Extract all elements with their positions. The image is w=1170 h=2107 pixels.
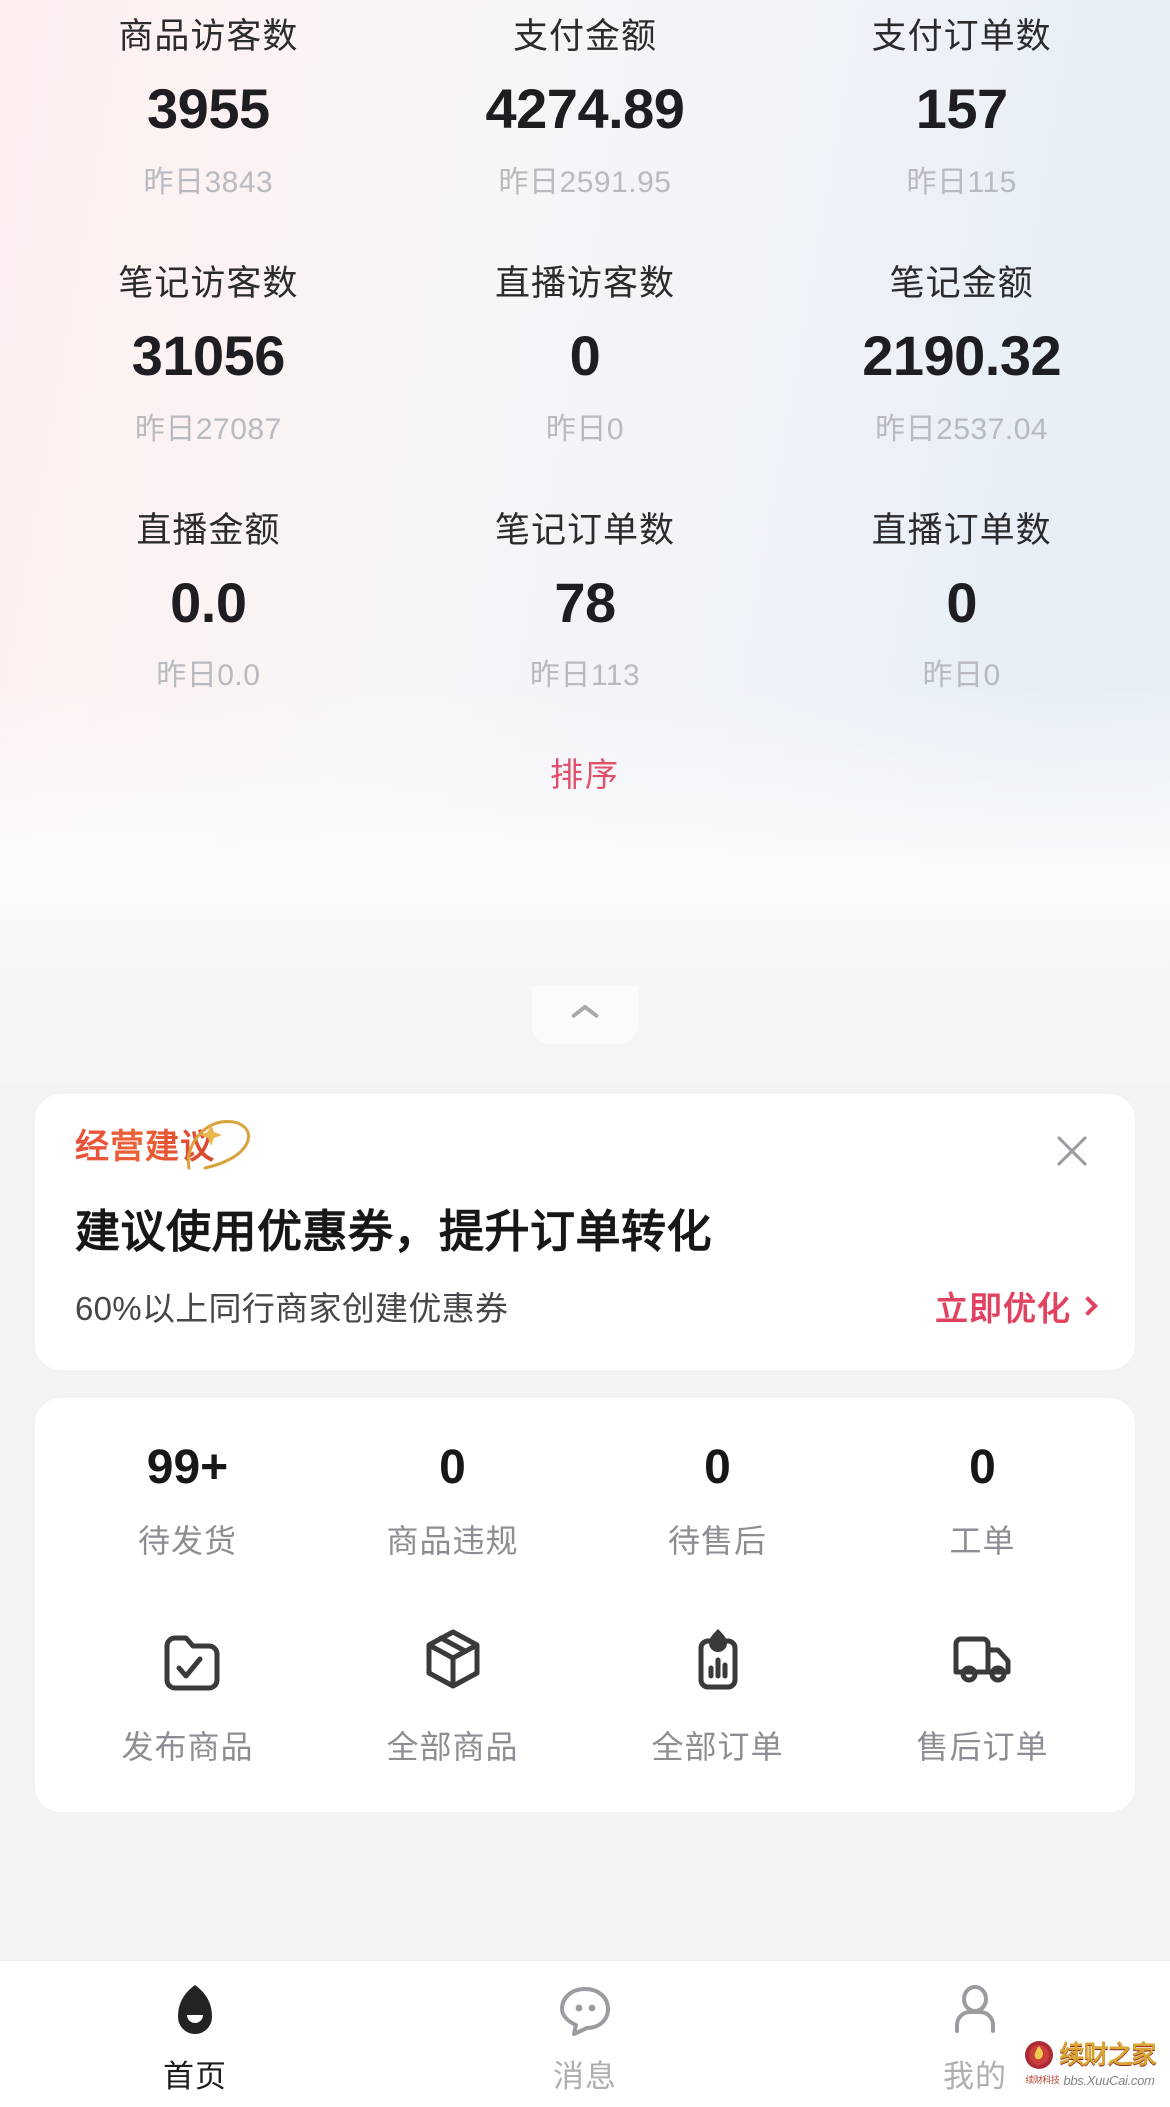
collapse-panel-button[interactable] [532,986,638,1044]
metric-label: 支付金额 [512,17,657,56]
chevron-up-icon [570,1007,600,1023]
metric-yesterday: 昨日27087 [134,412,282,446]
shortcut-label: 发布商品 [121,1729,254,1766]
home-icon [0,1973,390,2041]
profile-icon [780,1973,1170,2041]
suggestion-description: 60%以上同行商家创建优惠券 [75,1290,509,1328]
metric-card[interactable]: 直播金额 0.0 昨日0.0 [20,510,397,695]
shortcut-aftersale-orders[interactable]: 售后订单 [850,1620,1115,1768]
count-item-pending-shipment[interactable]: 99+ 待发货 [55,1444,320,1562]
count-value: 99+ [146,1441,229,1495]
metric-value: 4274.89 [485,77,685,140]
optimize-now-button[interactable]: 立即优化 [935,1282,1098,1330]
message-icon [390,1973,780,2041]
metric-label: 笔记访客数 [118,263,299,303]
shortcut-all-orders[interactable]: 全部订单 [585,1620,850,1768]
truck-icon [850,1620,1115,1698]
metric-value: 3955 [147,77,270,140]
metric-card[interactable]: 笔记访客数 31056 昨日27087 [20,263,397,448]
content-area: 经营建议 建议使用优惠券，提升订单转化 60%以上同行商家创建优惠券 立即优化 [0,1086,1170,1960]
metric-yesterday: 昨日2537.04 [875,412,1049,446]
tab-home[interactable]: 首页 [0,1973,390,2096]
count-label: 工单 [949,1523,1016,1560]
shortcut-publish-product[interactable]: 发布商品 [55,1620,320,1768]
metric-yesterday: 昨日0 [545,412,625,446]
metric-value: 0 [569,323,601,387]
close-icon[interactable] [1049,1128,1095,1174]
shortcut-label: 全部商品 [386,1729,519,1766]
suggestion-badge-wrap: 经营建议 [75,1120,250,1170]
box-icon [320,1620,585,1698]
metric-yesterday: 昨日3843 [143,165,274,199]
count-item-work-order[interactable]: 0 工单 [850,1444,1115,1562]
metric-yesterday: 昨日113 [529,659,641,693]
shortcuts-row: 发布商品 全部商品 全部订单 售后订单 [55,1620,1115,1768]
count-value: 0 [704,1441,731,1495]
metric-yesterday: 昨日0.0 [156,659,261,693]
tab-messages[interactable]: 消息 [390,1973,780,2096]
shortcut-label: 全部订单 [651,1729,784,1766]
metric-card[interactable]: 笔记订单数 78 昨日113 [397,510,774,695]
count-value: 0 [969,1441,996,1495]
metric-value: 2190.32 [862,323,1062,387]
count-item-pending-aftersale[interactable]: 0 待售后 [585,1444,850,1562]
sort-row: 排序 [0,748,1170,796]
metric-label: 直播订单数 [871,510,1052,550]
metric-label: 直播金额 [136,510,281,550]
optimize-now-label: 立即优化 [935,1290,1071,1328]
metric-label: 笔记订单数 [494,510,675,550]
tools-card: 99+ 待发货 0 商品违规 0 待售后 0 工单 发布商品 全部商品 全部订单… [35,1398,1135,1813]
metric-value: 157 [915,77,1008,140]
metric-yesterday: 昨日0 [922,659,1001,693]
suggestion-header: 经营建议 [75,1120,1095,1174]
metric-label: 笔记金额 [889,263,1034,303]
count-label: 待发货 [137,1523,237,1560]
app-root: 商品访客数 3955 昨日3843 支付金额 4274.89 昨日2591.95… [0,0,1170,2107]
suggestion-title: 建议使用优惠券，提升订单转化 [75,1206,713,1257]
shortcut-all-products[interactable]: 全部商品 [320,1620,585,1768]
metric-card[interactable]: 直播访客数 0 昨日0 [397,263,774,448]
clipboard-chart-icon [585,1620,850,1698]
metric-value: 78 [554,570,616,634]
sort-button[interactable]: 排序 [550,748,620,796]
metric-card[interactable]: 直播订单数 0 昨日0 [773,510,1150,695]
metric-card[interactable]: 支付订单数 157 昨日115 [773,16,1150,201]
metric-label: 直播访客数 [494,263,675,303]
metric-value: 0 [946,570,977,634]
count-value: 0 [439,1441,466,1495]
metric-card[interactable]: 支付金额 4274.89 昨日2591.95 [397,16,774,201]
tab-label: 我的 [943,2058,1007,2094]
count-item-product-violation[interactable]: 0 商品违规 [320,1444,585,1562]
suggestion-footer: 60%以上同行商家创建优惠券 立即优化 [75,1282,1098,1330]
business-suggestion-card[interactable]: 经营建议 建议使用优惠券，提升订单转化 60%以上同行商家创建优惠券 立即优化 [35,1094,1135,1371]
tab-label: 首页 [163,2058,227,2094]
count-label: 商品违规 [386,1523,519,1560]
metric-yesterday: 昨日2591.95 [498,165,672,199]
collapse-handle-wrap [0,986,1170,1086]
metric-card[interactable]: 商品访客数 3955 昨日3843 [20,16,397,201]
metric-label: 支付订单数 [871,17,1052,56]
folder-check-icon [55,1620,320,1698]
metric-card[interactable]: 笔记金额 2190.32 昨日2537.04 [773,263,1150,448]
tab-label: 消息 [553,2058,617,2094]
metrics-grid: 商品访客数 3955 昨日3843 支付金额 4274.89 昨日2591.95… [0,16,1170,694]
counts-row: 99+ 待发货 0 商品违规 0 待售后 0 工单 [55,1444,1115,1562]
count-label: 待售后 [667,1523,767,1560]
bottom-tab-bar: 首页 消息 我的 续财之家 续财科技 bbs.XuuCai.com [0,1960,1170,2107]
metric-value: 31056 [131,323,286,387]
shortcut-label: 售后订单 [916,1729,1049,1766]
metric-label: 商品访客数 [118,17,299,56]
suggestion-badge: 经营建议 [75,1128,215,1166]
chevron-right-icon [1078,1296,1098,1317]
metric-yesterday: 昨日115 [906,165,1017,199]
metric-value: 0.0 [170,570,247,634]
metrics-panel: 商品访客数 3955 昨日3843 支付金额 4274.89 昨日2591.95… [0,0,1170,1008]
tab-profile[interactable]: 我的 [780,1973,1170,2096]
